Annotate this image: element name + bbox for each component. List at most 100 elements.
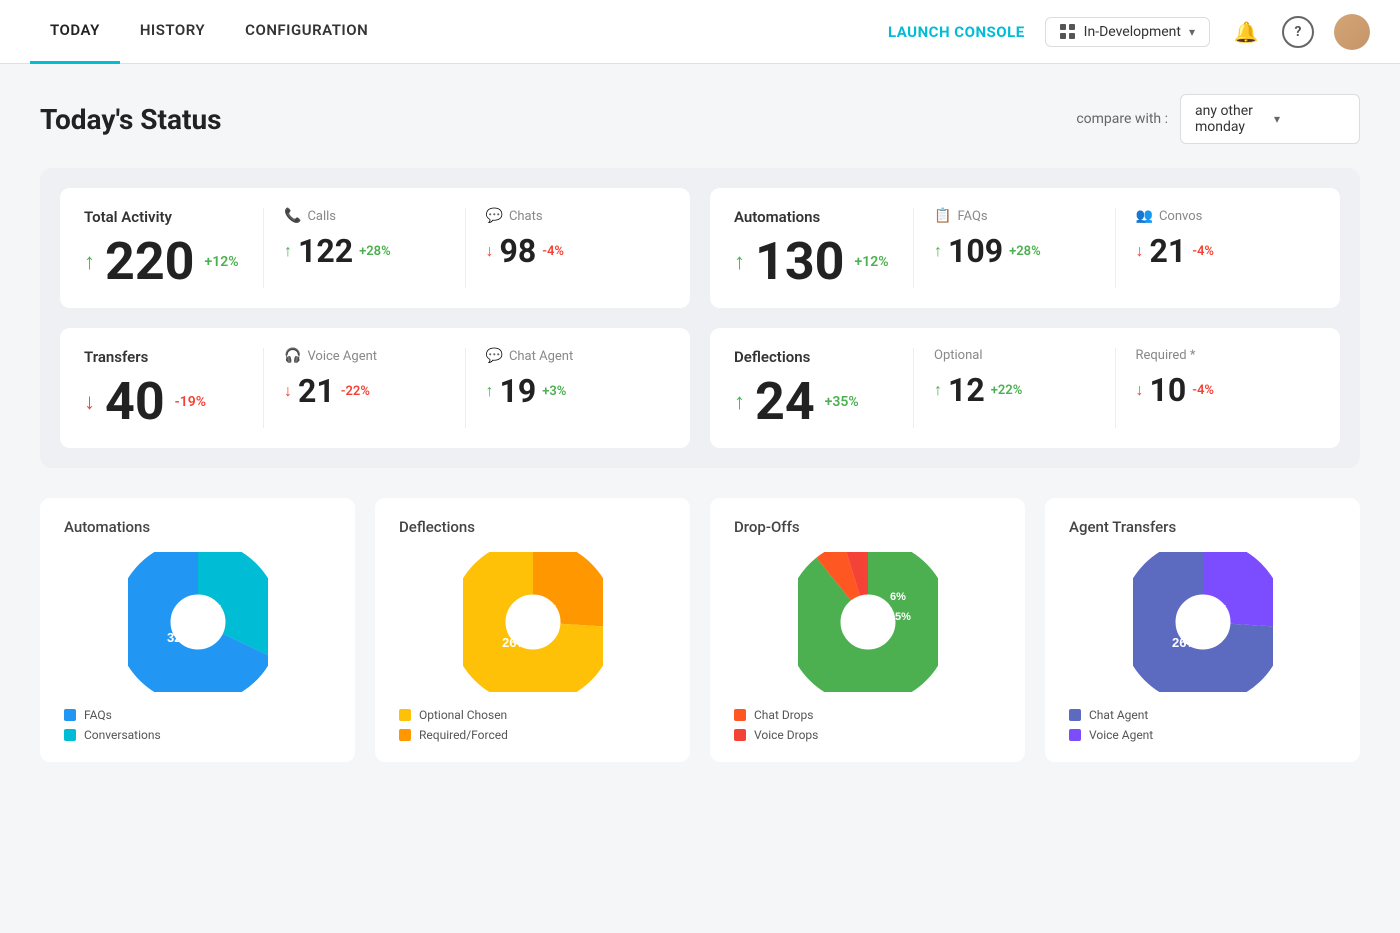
required-number: 10 [1150, 371, 1187, 409]
agent-transfers-chart-title: Agent Transfers [1069, 518, 1336, 536]
calls-change: +28% [359, 244, 391, 259]
agent-transfers-chart-card: Agent Transfers 74% 26% Chat Agent Voic [1045, 498, 1360, 762]
chat-agent-icon: 💬 [486, 348, 503, 364]
chat-agent-change: +3% [542, 384, 566, 399]
user-avatar[interactable] [1334, 14, 1370, 50]
legend-chat-drops: Chat Drops [734, 708, 1001, 722]
automations-label: Automations [734, 208, 893, 226]
automations-main: Automations ↑ 130 +12% [734, 208, 914, 288]
required-change: -4% [1192, 383, 1214, 398]
voice-agent-value-row: ↓ 21 -22% [284, 372, 445, 410]
voice-agent-change: -22% [341, 384, 370, 399]
total-activity-value-row: ↑ 220 +12% [84, 236, 243, 288]
convos-value-row: ↓ 21 -4% [1136, 232, 1297, 270]
calls-label: 📞 Calls [284, 208, 445, 224]
calls-sub-card: 📞 Calls ↑ 122 +28% [264, 208, 466, 288]
agent-transfers-chart-legend: Chat Agent Voice Agent [1069, 708, 1336, 742]
avatar-image [1334, 14, 1370, 50]
chats-arrow: ↓ [486, 241, 494, 261]
svg-text:74%: 74% [1201, 602, 1227, 617]
convos-icon: 👥 [1136, 208, 1153, 224]
launch-console-link[interactable]: LAUNCH CONSOLE [888, 23, 1025, 41]
convos-label: 👥 Convos [1136, 208, 1297, 224]
deflections-sub-cards: Optional ↑ 12 +22% Required * [914, 348, 1316, 428]
notifications-icon[interactable]: 🔔 [1230, 16, 1262, 48]
optional-chosen-label: Optional Chosen [419, 708, 507, 722]
tab-configuration[interactable]: CONFIGURATION [225, 0, 388, 64]
deflections-chart-card: Deflections 74% 26% Optional Chosen Req [375, 498, 690, 762]
required-label: Required * [1136, 348, 1297, 363]
optional-chosen-dot [399, 709, 411, 721]
svg-text:32%: 32% [166, 630, 192, 645]
svg-text:26%: 26% [1171, 635, 1197, 650]
required-sub-card: Required * ↓ 10 -4% [1116, 348, 1317, 428]
chat-drops-label: Chat Drops [754, 708, 813, 722]
convos-number: 21 [1150, 232, 1187, 270]
automations-card: Automations ↑ 130 +12% 📋 FAQs ↑ [710, 188, 1340, 308]
deflections-chart-title: Deflections [399, 518, 666, 536]
nav-tabs: TODAY HISTORY CONFIGURATION [30, 0, 388, 64]
automations-pie-chart: 68% 32% [128, 552, 268, 692]
faqs-value-row: ↑ 109 +28% [934, 232, 1095, 270]
automations-sub-cards: 📋 FAQs ↑ 109 +28% 👥 Convos [914, 208, 1316, 288]
page-content: Today's Status compare with : any other … [0, 64, 1400, 792]
dropoffs-chart-container: 89% 6% 5% [734, 552, 1001, 692]
tab-history[interactable]: HISTORY [120, 0, 225, 64]
chats-change: -4% [542, 244, 564, 259]
required-forced-dot [399, 729, 411, 741]
env-selector[interactable]: In-Development ▾ [1045, 17, 1210, 47]
transfers-number: 40 [105, 376, 165, 428]
chats-number: 98 [500, 232, 537, 270]
automations-chart-container: 68% 32% [64, 552, 331, 692]
voice-agent-legend-label: Voice Agent [1089, 728, 1153, 742]
page-title: Today's Status [40, 103, 222, 136]
faqs-legend-label: FAQs [84, 708, 112, 722]
convos-sub-card: 👥 Convos ↓ 21 -4% [1116, 208, 1317, 288]
calls-value-row: ↑ 122 +28% [284, 232, 445, 270]
deflections-chart-legend: Optional Chosen Required/Forced [399, 708, 666, 742]
svg-text:74%: 74% [531, 602, 557, 617]
total-activity-arrow: ↑ [84, 249, 95, 275]
total-activity-change: +12% [205, 254, 239, 270]
legend-conversations: Conversations [64, 728, 331, 742]
stats-section: Total Activity ↑ 220 +12% 📞 Calls [40, 168, 1360, 468]
required-forced-label: Required/Forced [419, 728, 508, 742]
optional-change: +22% [991, 383, 1023, 398]
chat-drops-dot [734, 709, 746, 721]
legend-voice-agent: Voice Agent [1069, 728, 1336, 742]
transfers-sub-cards: 🎧 Voice Agent ↓ 21 -22% 💬 Chat Agent [264, 348, 666, 428]
help-icon[interactable]: ? [1282, 16, 1314, 48]
required-value-row: ↓ 10 -4% [1136, 371, 1297, 409]
faqs-sub-card: 📋 FAQs ↑ 109 +28% [914, 208, 1116, 288]
voice-agent-arrow: ↓ [284, 381, 292, 401]
env-chevron: ▾ [1189, 25, 1195, 39]
faqs-number: 109 [948, 232, 1003, 270]
voice-agent-icon: 🎧 [284, 348, 301, 364]
compare-dropdown[interactable]: any other monday ▾ [1180, 94, 1360, 144]
header-right: LAUNCH CONSOLE In-Development ▾ 🔔 ? [888, 14, 1370, 50]
calls-icon: 📞 [284, 208, 301, 224]
chats-sub-card: 💬 Chats ↓ 98 -4% [466, 208, 667, 288]
svg-text:89%: 89% [844, 618, 870, 633]
env-label: In-Development [1084, 24, 1181, 40]
deflections-value-row: ↑ 24 +35% [734, 376, 893, 428]
conversations-legend-dot [64, 729, 76, 741]
chat-agent-sub-card: 💬 Chat Agent ↑ 19 +3% [466, 348, 667, 428]
faqs-arrow: ↑ [934, 241, 942, 261]
tab-today[interactable]: TODAY [30, 0, 120, 64]
transfers-arrow: ↓ [84, 389, 95, 415]
chat-agent-label: 💬 Chat Agent [486, 348, 647, 364]
voice-agent-dot [1069, 729, 1081, 741]
chat-agent-value-row: ↑ 19 +3% [486, 372, 647, 410]
automations-chart-title: Automations [64, 518, 331, 536]
grid-icon [1060, 24, 1076, 39]
chats-label: 💬 Chats [486, 208, 647, 224]
faqs-change: +28% [1009, 244, 1041, 259]
optional-sub-card: Optional ↑ 12 +22% [914, 348, 1116, 428]
optional-value-row: ↑ 12 +22% [934, 371, 1095, 409]
svg-text:6%: 6% [890, 591, 906, 603]
page-header: Today's Status compare with : any other … [40, 94, 1360, 144]
legend-chat-agent: Chat Agent [1069, 708, 1336, 722]
chat-agent-dot [1069, 709, 1081, 721]
chats-value-row: ↓ 98 -4% [486, 232, 647, 270]
